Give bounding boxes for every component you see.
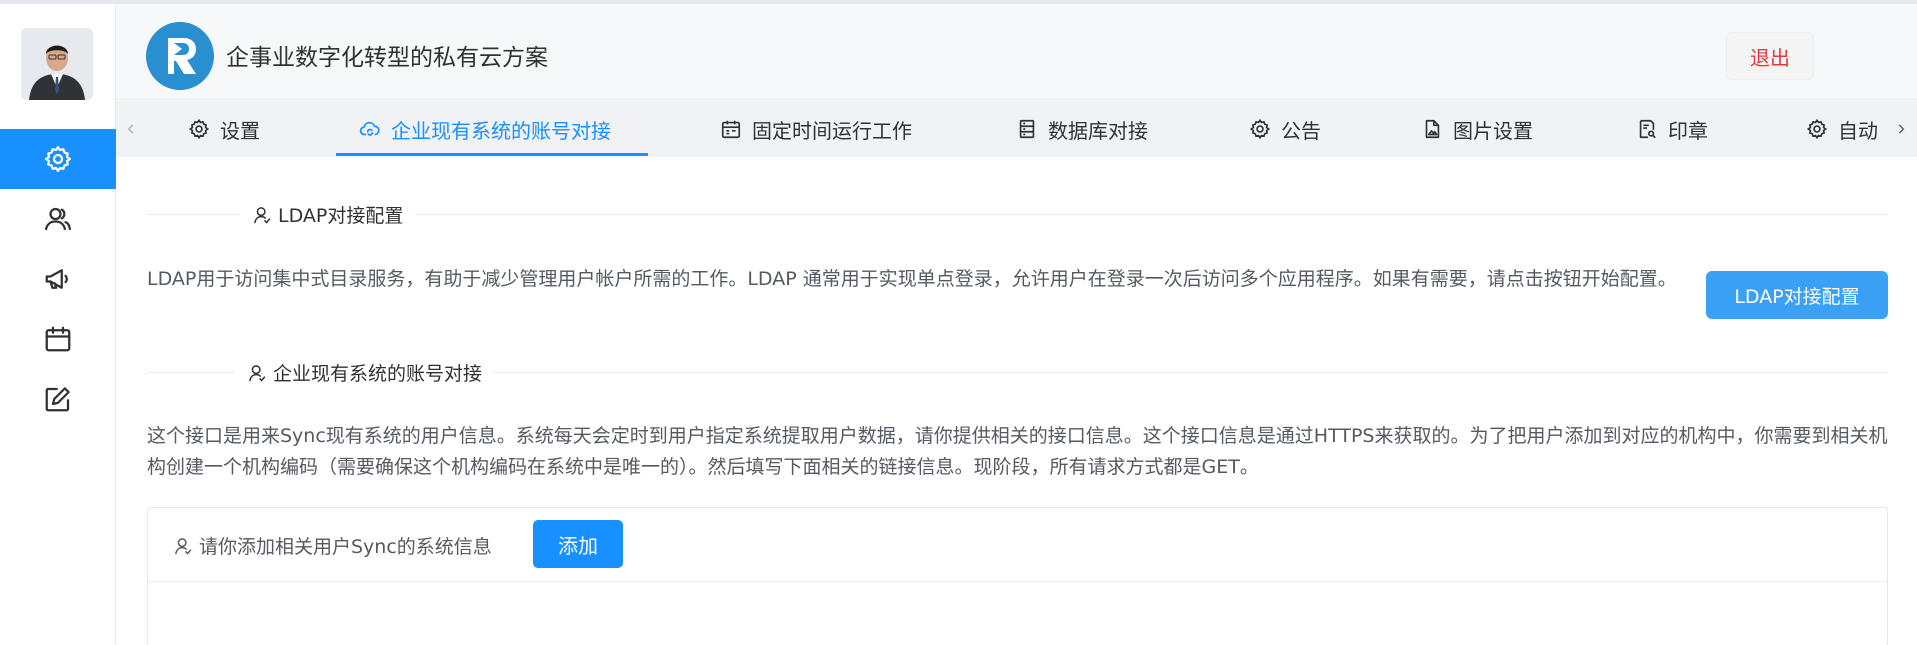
app-logo — [146, 22, 214, 90]
tab-label: 公告 — [1281, 118, 1321, 143]
calendar-icon — [45, 326, 71, 352]
user-icon — [249, 364, 266, 382]
sidebar-item-edit[interactable] — [0, 369, 116, 429]
cloud-sync-icon — [359, 121, 380, 136]
tab-auto-partial[interactable]: 自动 — [1806, 101, 1886, 157]
gear-icon — [45, 146, 71, 172]
users-icon — [45, 207, 71, 231]
gear-icon — [1806, 118, 1828, 140]
edit-icon — [45, 387, 70, 412]
card-label: 请你添加相关用户Sync的系统信息 — [173, 532, 492, 559]
tab-image-settings[interactable]: 图片设置 — [1421, 101, 1533, 157]
tab-label: 印章 — [1668, 118, 1708, 143]
sidebar — [0, 4, 116, 645]
sidebar-item-calendar[interactable] — [0, 309, 116, 369]
tab-label: 设置 — [220, 118, 260, 143]
tab-announcements[interactable]: 公告 — [1249, 101, 1321, 157]
active-tab-indicator — [336, 153, 648, 156]
tab-scheduled-jobs[interactable]: 固定时间运行工作 — [720, 101, 912, 157]
megaphone-icon — [45, 269, 68, 289]
tab-settings[interactable]: 设置 — [188, 101, 260, 157]
user-icon — [254, 206, 271, 224]
logout-button[interactable]: 退出 — [1726, 32, 1814, 80]
add-system-button[interactable]: 添加 — [533, 520, 623, 568]
card-header: 请你添加相关用户Sync的系统信息 添加 — [148, 508, 1887, 582]
sidebar-item-announcements[interactable] — [0, 249, 116, 309]
user-icon — [175, 537, 192, 555]
chevron-right-icon — [1898, 124, 1905, 134]
tab-scroll-right-button[interactable] — [1886, 101, 1916, 157]
header: 企事业数字化转型的私有云方案 退出 — [116, 4, 1917, 100]
ldap-section-title: LDAP对接配置 — [240, 201, 416, 228]
app-title: 企事业数字化转型的私有云方案 — [226, 45, 548, 71]
tab-label: 固定时间运行工作 — [752, 118, 912, 143]
sidebar-item-users[interactable] — [0, 189, 116, 249]
tab-label: 企业现有系统的账号对接 — [391, 118, 611, 143]
avatar[interactable] — [21, 28, 93, 100]
tab-auto[interactable]: 自动 — [1806, 101, 1878, 157]
main-content: LDAP对接配置 LDAP用于访问集中式目录服务，有助于减少管理用户帐户所需的工… — [116, 157, 1917, 645]
tab-label: 自动 — [1838, 118, 1878, 143]
tab-database[interactable]: 数据库对接 — [1016, 101, 1148, 157]
tab-account-integration[interactable]: 企业现有系统的账号对接 — [359, 101, 611, 157]
sync-systems-card: 请你添加相关用户Sync的系统信息 添加 — [147, 507, 1888, 645]
tab-bar: 设置 企业现有系统的账号对接 固定时间运行工作 数据库对接 公告 图片设置 印章… — [116, 101, 1917, 157]
sync-section-title: 企业现有系统的账号对接 — [235, 359, 495, 386]
tab-label: 数据库对接 — [1048, 118, 1148, 143]
tab-label: 图片设置 — [1453, 118, 1533, 143]
gear-icon — [188, 118, 210, 140]
ldap-description: LDAP用于访问集中式目录服务，有助于减少管理用户帐户所需的工作。LDAP 通常… — [147, 268, 1677, 290]
tab-scroll-left-button[interactable] — [116, 101, 146, 157]
calendar-icon — [721, 120, 741, 139]
sync-description: 这个接口是用来Sync现有系统的用户信息。系统每天会定时到用户指定系统提取用户数… — [147, 425, 1888, 478]
database-icon — [1019, 119, 1035, 139]
chevron-left-icon — [127, 124, 134, 134]
tab-stamp[interactable]: 印章 — [1636, 101, 1708, 157]
ldap-config-button[interactable]: LDAP对接配置 — [1706, 271, 1888, 319]
stamp-icon — [1639, 119, 1656, 139]
sidebar-item-settings[interactable] — [0, 129, 116, 189]
gear-icon — [1249, 118, 1271, 140]
image-file-icon — [1425, 119, 1440, 139]
